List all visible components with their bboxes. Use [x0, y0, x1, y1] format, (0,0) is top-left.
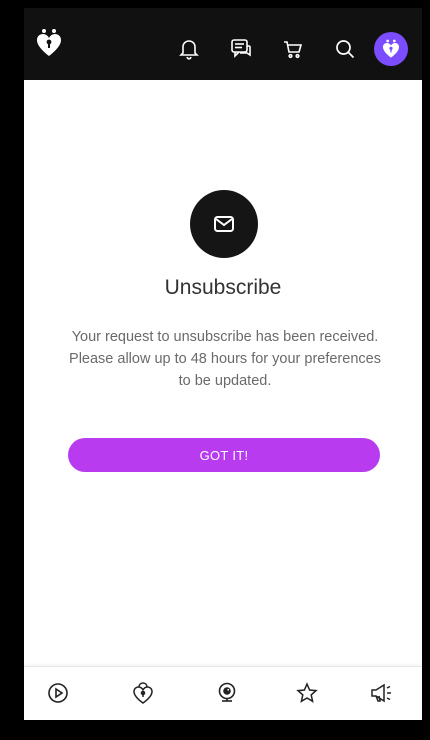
mail-icon	[214, 216, 234, 232]
logo-icon[interactable]	[36, 28, 62, 58]
mail-icon-badge	[190, 190, 258, 258]
confirmation-message: Your request to unsubscribe has been rec…	[69, 329, 381, 389]
bell-icon[interactable]	[176, 36, 202, 62]
bottom-nav	[24, 666, 422, 720]
top-icons	[150, 32, 408, 66]
got-it-button[interactable]: GOT IT!	[68, 438, 380, 472]
top-bar	[24, 8, 422, 80]
avatar[interactable]	[374, 32, 408, 66]
main-content: Unsubscribe Your request to unsubscribe …	[24, 80, 422, 666]
webcam-icon[interactable]	[215, 681, 239, 705]
chat-icon[interactable]	[228, 36, 254, 62]
page-title: Unsubscribe	[164, 276, 282, 299]
lock-heart-icon[interactable]	[131, 681, 155, 705]
device-frame: Unsubscribe Your request to unsubscribe …	[0, 0, 430, 740]
search-icon[interactable]	[332, 36, 358, 62]
cart-icon[interactable]	[280, 36, 306, 62]
megaphone-icon[interactable]	[370, 681, 394, 705]
app-screen: Unsubscribe Your request to unsubscribe …	[24, 8, 422, 720]
play-icon[interactable]	[46, 681, 70, 705]
star-icon[interactable]	[295, 681, 319, 705]
